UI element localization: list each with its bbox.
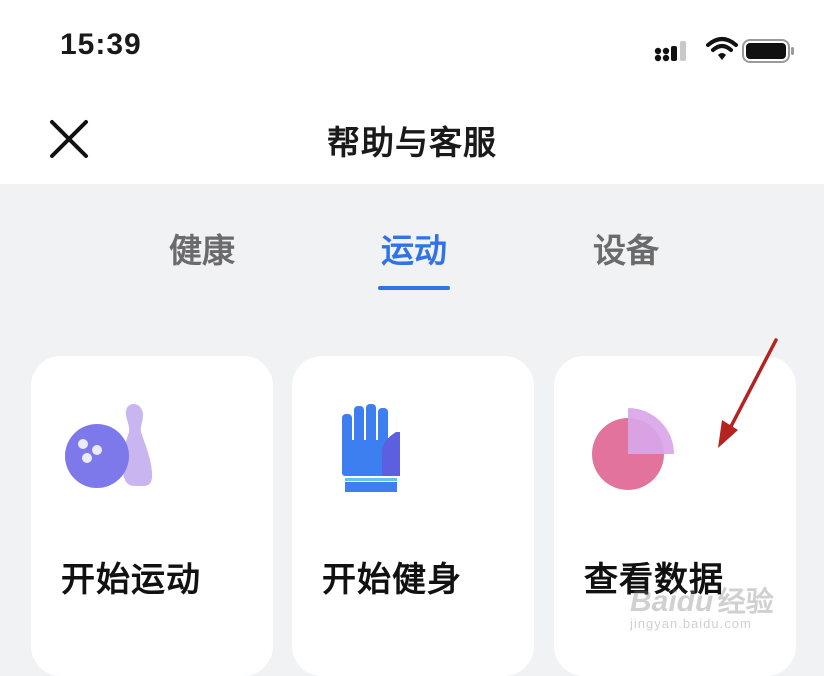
tab-devices[interactable]: 设备 bbox=[566, 224, 686, 272]
pie-chart-icon bbox=[592, 408, 674, 490]
active-tab-indicator bbox=[378, 286, 450, 290]
card-label: 开始运动 bbox=[61, 560, 201, 600]
watermark-text: 经验 bbox=[717, 586, 774, 617]
tab-health[interactable]: 健康 bbox=[142, 224, 262, 272]
card-start-fitness[interactable]: 开始健身 bbox=[292, 356, 534, 676]
status-time: 15:39 bbox=[60, 28, 142, 61]
page-title: 帮助与客服 bbox=[327, 123, 497, 162]
cellular-signal-icon bbox=[654, 41, 686, 62]
bowling-icon bbox=[65, 404, 153, 488]
top-bar: 15:39 帮助与客服 bbox=[0, 0, 824, 184]
wifi-icon bbox=[706, 37, 738, 60]
card-start-exercise[interactable]: 开始运动 bbox=[31, 356, 273, 676]
glove-icon bbox=[342, 404, 400, 492]
tab-bar: 健康 运动 设备 bbox=[0, 224, 824, 294]
card-label: 开始健身 bbox=[322, 560, 462, 600]
watermark-logo: Baidu bbox=[630, 585, 714, 618]
annotation-arrow bbox=[718, 338, 778, 448]
watermark-url: jingyan.baidu.com bbox=[630, 616, 752, 631]
battery-icon bbox=[742, 39, 794, 63]
tab-exercise[interactable]: 运动 bbox=[354, 224, 474, 272]
watermark: Baidu 经验 jingyan.baidu.com bbox=[630, 580, 774, 631]
